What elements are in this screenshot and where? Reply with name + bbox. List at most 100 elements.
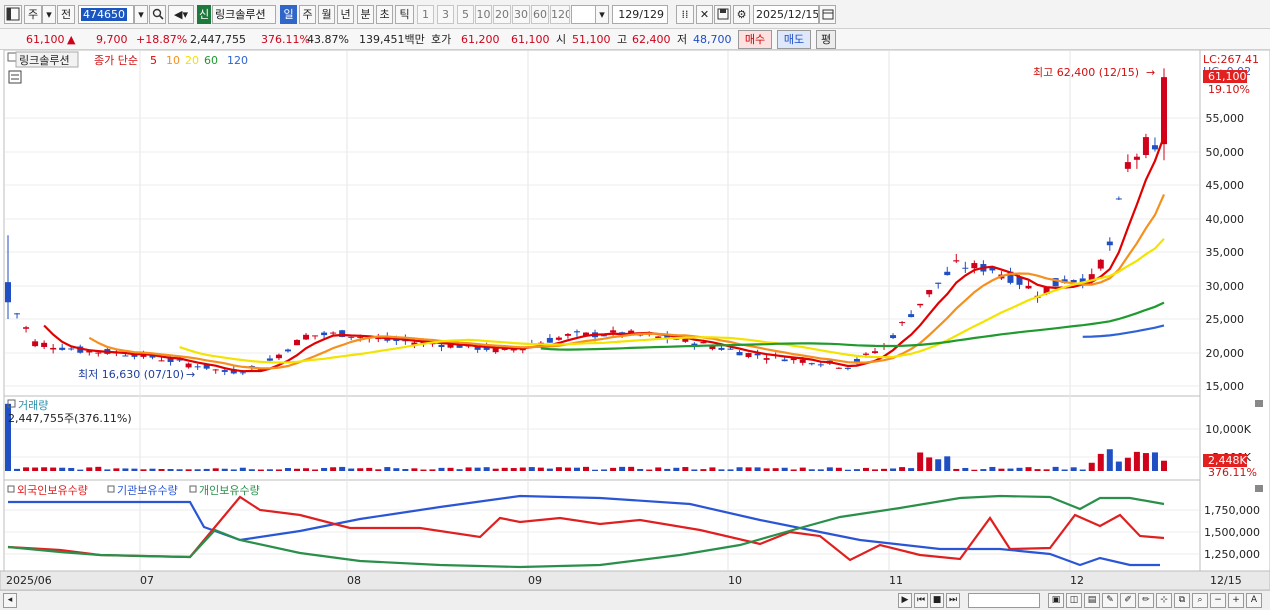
volume-bar: [781, 467, 788, 471]
rewind-icon[interactable]: ⏮: [914, 593, 928, 608]
candle-body: [808, 363, 815, 365]
date-input[interactable]: 2025/12/15: [753, 5, 819, 24]
volume-bar: [808, 469, 815, 471]
market-kind-select[interactable]: 주: [24, 5, 42, 24]
play-icon[interactable]: ▶: [898, 593, 912, 608]
period-second-button[interactable]: 초: [376, 5, 393, 24]
candle-body: [872, 351, 878, 354]
candle-body: [303, 334, 310, 340]
volume-bar: [86, 467, 93, 471]
candle-body: [971, 263, 978, 269]
candle-body: [41, 342, 48, 347]
stock-name-label[interactable]: 링크솔루션: [212, 5, 276, 24]
zoom-slider[interactable]: [968, 593, 1040, 608]
volume-bar: [998, 468, 1005, 471]
ma-legend-item: 5: [150, 54, 157, 67]
volume-bar: [95, 466, 102, 471]
chart-scroll-bar[interactable]: ◂ ▶ ⏮ ■ ⏭ ▣ ◫ ▤ ✎ ✐ ✏ ⊹ ⧉ ⌕ − + A: [0, 590, 1270, 610]
search-icon[interactable]: [149, 5, 166, 24]
pen-tool-icon[interactable]: ✏: [1138, 593, 1154, 608]
chart-area[interactable]: 링크솔루션 종가 단순 5 10 20 60 120 최고 62,400 (12/15)…: [0, 49, 1270, 591]
volume-bar: [1088, 462, 1095, 471]
volume-title: 거래량: [18, 399, 48, 412]
interval-dropdown-icon[interactable]: ▾: [595, 5, 609, 24]
period-day-button[interactable]: 일: [280, 5, 297, 24]
stock-chart[interactable]: 링크솔루션 종가 단순 5 10 20 60 120 최고 62,400 (12/15)…: [0, 49, 1270, 591]
price-y-label: 45,000: [1206, 179, 1245, 192]
split-view-icon[interactable]: ◫: [1066, 593, 1082, 608]
candle-body: [1142, 137, 1149, 156]
minus-icon[interactable]: −: [1210, 593, 1226, 608]
save-icon[interactable]: [714, 5, 731, 24]
grid-dots-icon[interactable]: ⁞⁞: [676, 5, 694, 24]
volume-close-icon[interactable]: [1255, 400, 1263, 407]
candle-body: [1133, 156, 1140, 160]
tick-interval-button[interactable]: 20: [493, 5, 511, 24]
volume-bar: [1115, 461, 1122, 471]
tick-interval-button[interactable]: 10: [475, 5, 492, 24]
view-toggle-icon[interactable]: ▣: [1048, 593, 1064, 608]
buy-button[interactable]: 매수: [738, 30, 772, 49]
candle-body: [95, 352, 102, 354]
stock-code-dropdown-icon[interactable]: ▾: [134, 5, 148, 24]
stock-code-input[interactable]: 474650: [78, 5, 134, 24]
gear-icon[interactable]: ⚙: [733, 5, 750, 24]
tick-interval-button[interactable]: 60: [531, 5, 549, 24]
tick-interval-button[interactable]: 1: [417, 5, 434, 24]
period-week-button[interactable]: 주: [299, 5, 316, 24]
candle-body: [357, 336, 364, 338]
market-kind-dropdown-icon[interactable]: ▾: [42, 5, 56, 24]
volume-bar: [628, 466, 635, 471]
volume-bar: [510, 468, 517, 471]
speaker-icon[interactable]: ◀▾: [168, 5, 194, 24]
sell-button[interactable]: 매도: [777, 30, 811, 49]
font-size-icon[interactable]: A: [1246, 593, 1262, 608]
price-y-label: 35,000: [1206, 246, 1245, 259]
plus-icon[interactable]: +: [1228, 593, 1244, 608]
draw-tool-icon[interactable]: ✎: [1102, 593, 1118, 608]
volume-value: 2,447,755: [190, 33, 246, 46]
period-year-button[interactable]: 년: [337, 5, 354, 24]
volume-bar: [330, 467, 337, 471]
volume-bar: [1097, 453, 1104, 471]
volume-bar: [664, 468, 671, 471]
average-button[interactable]: 평: [816, 30, 836, 49]
data-count-input[interactable]: 129/129: [612, 5, 668, 24]
holding-y-labels: 1,750,000 1,500,000 1,250,000: [1204, 504, 1260, 561]
holding-close-icon[interactable]: [1255, 485, 1263, 492]
stop-icon[interactable]: ■: [930, 593, 944, 608]
candle-body: [1151, 145, 1158, 150]
volume-bar: [601, 469, 608, 471]
volume-bar: [212, 468, 219, 471]
edit-tool-icon[interactable]: ✐: [1120, 593, 1136, 608]
candle-body: [844, 367, 851, 369]
zoom-search-icon[interactable]: ⌕: [1192, 593, 1208, 608]
tick-interval-button[interactable]: 5: [457, 5, 474, 24]
volume-bar: [501, 467, 508, 471]
calendar-icon[interactable]: [819, 5, 836, 24]
volume-bar: [519, 467, 526, 471]
volume-bar: [1034, 469, 1041, 471]
candle-body: [763, 358, 770, 360]
candle-body: [962, 267, 969, 269]
volume-bar: [176, 469, 183, 471]
period-minute-button[interactable]: 분: [357, 5, 374, 24]
tick-interval-button[interactable]: 3: [437, 5, 454, 24]
legend-stock-name: 링크솔루션: [19, 54, 70, 67]
volume-bar: [727, 469, 734, 471]
scroll-left-icon[interactable]: ◂: [3, 593, 17, 608]
tick-interval-button[interactable]: 120: [550, 5, 570, 24]
layout-icon[interactable]: ▤: [1084, 593, 1100, 608]
stock-code-value: 474650: [81, 8, 127, 21]
cross-tool-icon[interactable]: ✕: [696, 5, 713, 24]
copy-tool-icon[interactable]: ⧉: [1174, 593, 1190, 608]
prev-stock-button[interactable]: 전: [57, 5, 75, 24]
volume-bar: [890, 468, 897, 471]
period-tick-button[interactable]: 틱: [395, 5, 414, 24]
period-month-button[interactable]: 월: [318, 5, 335, 24]
crosshair-tool-icon[interactable]: ⊹: [1156, 593, 1172, 608]
fast-forward-icon[interactable]: ⏭: [946, 593, 960, 608]
calculator-icon[interactable]: [8, 70, 22, 84]
window-icon[interactable]: [4, 5, 22, 24]
tick-interval-button[interactable]: 30: [512, 5, 530, 24]
